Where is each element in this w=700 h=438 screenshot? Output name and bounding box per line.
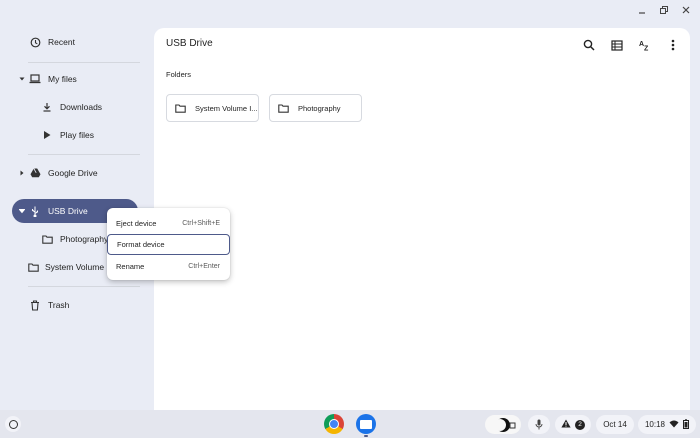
- status-tray[interactable]: 10:18: [638, 415, 696, 434]
- wifi-icon: [669, 420, 679, 430]
- chevron-down-icon[interactable]: [16, 76, 28, 82]
- folder-name: System Volume I...: [195, 103, 258, 113]
- sort-az-icon[interactable]: AZ: [636, 36, 654, 54]
- minimize-icon[interactable]: [636, 4, 648, 16]
- date-tray[interactable]: Oct 14: [596, 415, 634, 434]
- divider: [28, 62, 140, 63]
- sidebar-item-label: Downloads: [60, 102, 103, 112]
- chevron-right-icon[interactable]: [16, 170, 28, 176]
- warning-icon: [561, 419, 571, 430]
- search-icon[interactable]: [580, 36, 598, 54]
- active-app-indicator: [364, 435, 368, 437]
- restore-icon[interactable]: [658, 4, 670, 16]
- sidebar-item-downloads[interactable]: Downloads: [24, 95, 138, 119]
- laptop-icon: [28, 72, 42, 86]
- launcher-icon[interactable]: [5, 416, 21, 432]
- menu-item-format-device[interactable]: Format device: [107, 234, 230, 255]
- notification-tray[interactable]: 2: [555, 415, 591, 434]
- sidebar-item-my-files[interactable]: My files: [12, 67, 138, 91]
- sidebar-item-recent[interactable]: Recent: [12, 30, 138, 54]
- sidebar-item-google-drive[interactable]: Google Drive: [12, 161, 138, 185]
- folder-icon: [175, 102, 187, 114]
- menu-item-label: Rename: [116, 262, 145, 271]
- menu-item-eject-device[interactable]: Eject device Ctrl+Shift+E: [107, 213, 230, 234]
- sidebar-item-label: Photography: [60, 234, 109, 244]
- folder-icon: [278, 102, 290, 114]
- sidebar-item-play-files[interactable]: Play files: [24, 123, 138, 147]
- more-options-icon[interactable]: [664, 36, 682, 54]
- download-icon: [40, 100, 54, 114]
- folder-icon: [28, 260, 39, 274]
- folder-name: Photography: [298, 103, 341, 113]
- trash-icon: [28, 298, 42, 312]
- date-label: Oct 14: [603, 420, 627, 429]
- shelf: 2 Oct 14 10:18: [0, 410, 700, 438]
- clock-icon: [28, 35, 42, 49]
- menu-item-rename[interactable]: Rename Ctrl+Enter: [107, 256, 230, 277]
- folder-tile[interactable]: System Volume I...: [166, 94, 259, 122]
- chrome-icon[interactable]: [324, 414, 344, 434]
- battery-icon: [683, 418, 690, 431]
- files-app-icon[interactable]: [356, 414, 376, 434]
- microphone-icon[interactable]: [528, 415, 550, 434]
- play-files-icon: [40, 128, 54, 142]
- divider: [28, 286, 140, 287]
- menu-item-label: Format device: [117, 240, 165, 249]
- menu-item-shortcut: Ctrl+Enter: [188, 263, 220, 270]
- folder-tile[interactable]: Photography: [269, 94, 362, 122]
- window-controls: [636, 4, 692, 16]
- toolbar: AZ: [580, 36, 682, 54]
- menu-item-shortcut: Ctrl+Shift+E: [182, 220, 220, 227]
- sidebar-item-label: My files: [48, 74, 77, 84]
- sidebar-item-label: Google Drive: [48, 168, 98, 178]
- menu-item-label: Eject device: [116, 219, 157, 228]
- close-icon[interactable]: [680, 4, 692, 16]
- do-not-disturb-icon[interactable]: [485, 415, 521, 434]
- time-label: 10:18: [644, 420, 666, 429]
- usb-icon: [28, 204, 42, 218]
- divider: [28, 154, 140, 155]
- svg-text:Z: Z: [644, 46, 649, 52]
- list-view-icon[interactable]: [608, 36, 626, 54]
- context-menu: Eject device Ctrl+Shift+E Format device …: [107, 208, 230, 280]
- sidebar-item-label: Play files: [60, 130, 95, 140]
- sidebar-item-trash[interactable]: Trash: [12, 293, 138, 317]
- google-drive-icon: [28, 166, 42, 180]
- page-title: USB Drive: [166, 38, 213, 49]
- notification-count: 2: [575, 419, 585, 430]
- sidebar-item-label: Trash: [48, 300, 70, 310]
- main-panel: USB Drive AZ Folders System Volume I... …: [154, 28, 690, 410]
- chevron-down-icon[interactable]: [16, 208, 28, 214]
- sidebar-item-label: USB Drive: [48, 206, 88, 216]
- folder-icon: [40, 232, 54, 246]
- folders-heading: Folders: [166, 70, 192, 79]
- sidebar-item-label: Recent: [48, 37, 75, 47]
